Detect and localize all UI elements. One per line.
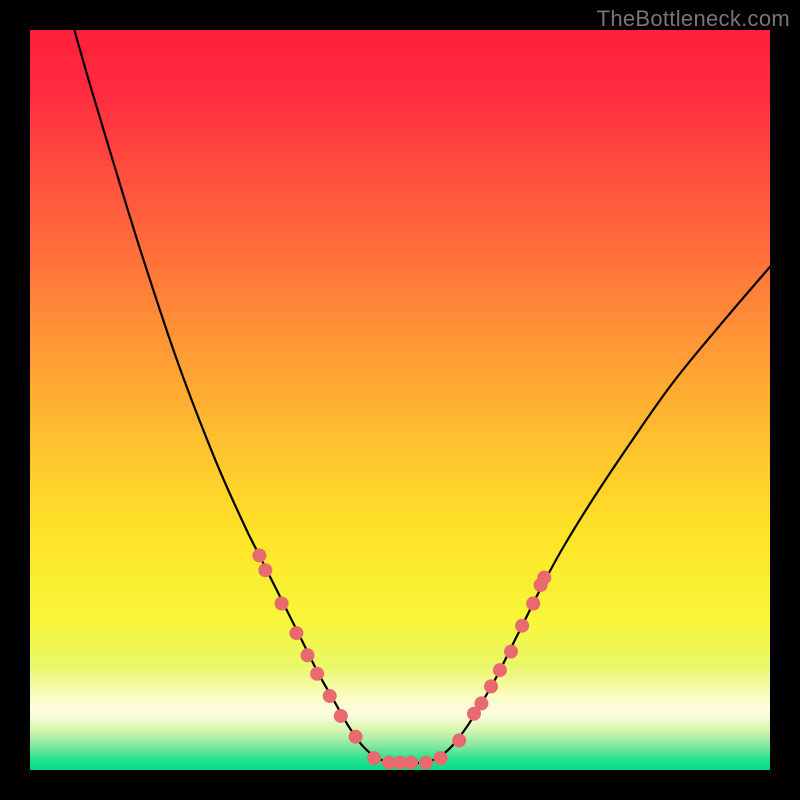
data-marker bbox=[334, 709, 348, 723]
data-marker bbox=[275, 596, 289, 610]
data-marker bbox=[434, 751, 448, 765]
data-marker bbox=[252, 548, 266, 562]
data-marker bbox=[310, 667, 324, 681]
data-marker bbox=[474, 696, 488, 710]
data-marker bbox=[526, 596, 540, 610]
data-marker bbox=[515, 619, 529, 633]
data-marker bbox=[289, 626, 303, 640]
chart-container: TheBottleneck.com bbox=[0, 0, 800, 800]
data-marker bbox=[349, 730, 363, 744]
data-marker bbox=[367, 751, 381, 765]
data-marker bbox=[419, 756, 433, 770]
watermark-text: TheBottleneck.com bbox=[597, 6, 790, 32]
data-marker bbox=[300, 648, 314, 662]
data-marker bbox=[323, 689, 337, 703]
plot-area bbox=[30, 30, 770, 770]
data-marker bbox=[537, 571, 551, 585]
data-marker bbox=[493, 663, 507, 677]
data-marker bbox=[484, 679, 498, 693]
data-marker bbox=[404, 756, 418, 770]
data-marker bbox=[258, 563, 272, 577]
data-markers bbox=[30, 30, 770, 770]
data-marker bbox=[504, 645, 518, 659]
plot-frame bbox=[30, 30, 770, 770]
data-marker bbox=[452, 733, 466, 747]
